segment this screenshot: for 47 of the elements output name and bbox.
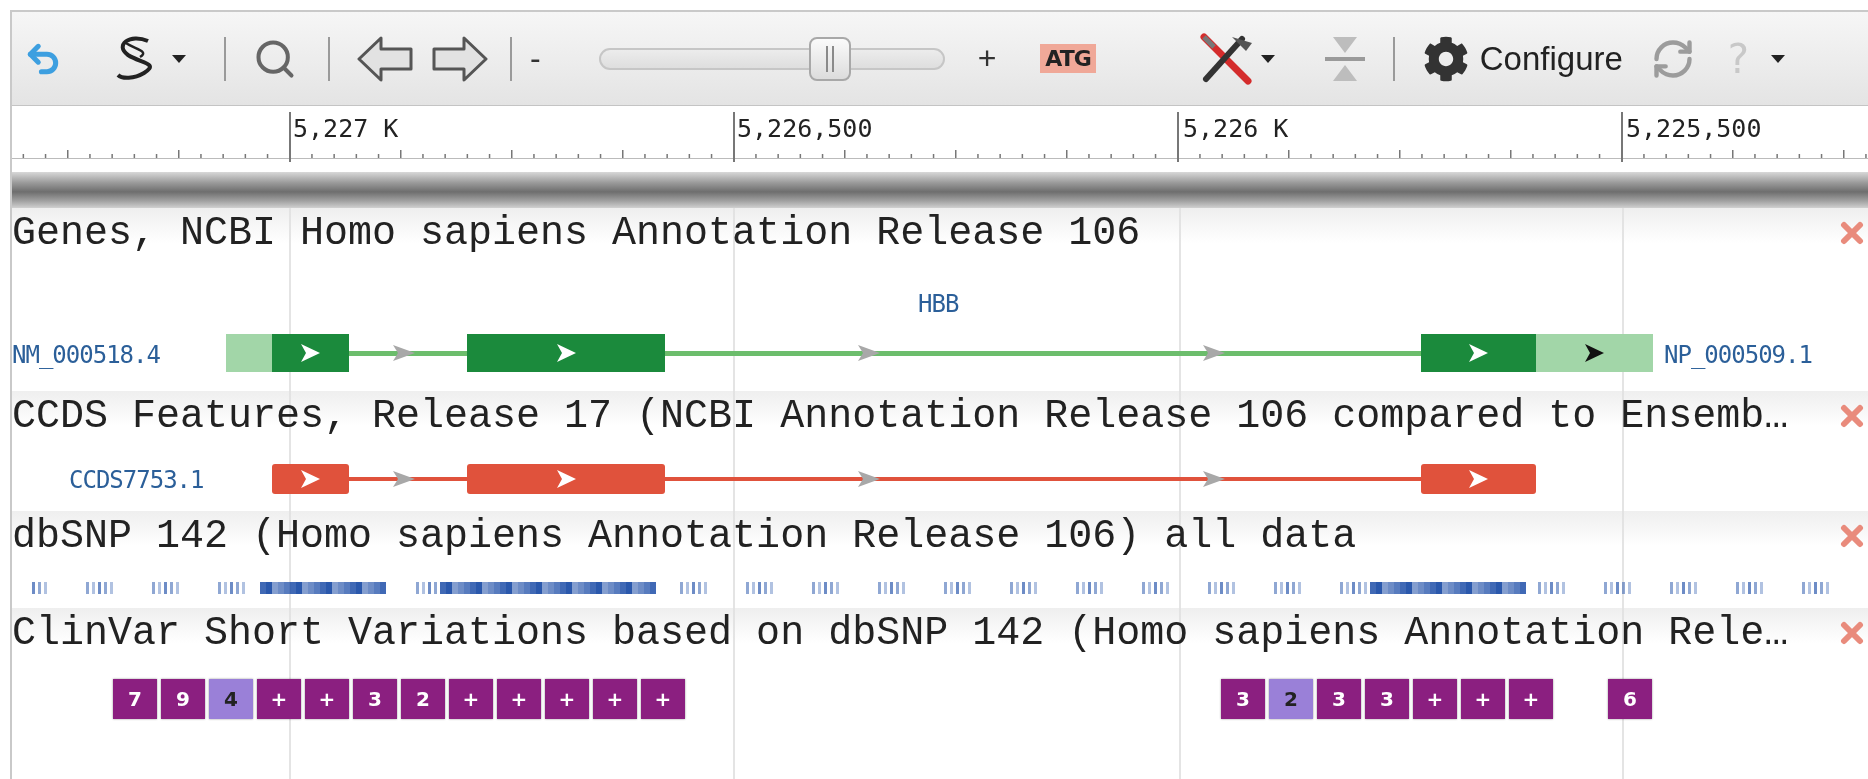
track-title: ClinVar Short Variations based on dbSNP 142 (Homo sapiens Annotation Rele… — [12, 610, 1789, 656]
ruler-label: 5,226 K — [1183, 114, 1289, 143]
variant-marker[interactable]: 3 — [1365, 679, 1409, 719]
close-icon[interactable] — [1840, 404, 1864, 428]
variant-marker[interactable]: 7 — [113, 679, 157, 719]
close-icon[interactable] — [1840, 221, 1864, 245]
transcript-drawing[interactable] — [226, 334, 1653, 372]
configure-button[interactable]: Configure — [1479, 39, 1623, 78]
transcript-label[interactable]: NM_000518.4 — [12, 341, 160, 369]
gene-label[interactable]: HBB — [918, 290, 959, 318]
zoom-out-button[interactable]: - — [530, 40, 541, 77]
variant-marker[interactable]: 3 — [353, 679, 397, 719]
variant-marker[interactable]: + — [1461, 679, 1505, 719]
variant-marker[interactable]: + — [1413, 679, 1457, 719]
caret-icon[interactable] — [1771, 53, 1786, 64]
close-icon[interactable] — [1840, 524, 1864, 548]
variant-marker[interactable]: + — [257, 679, 301, 719]
ruler-label: 5,225,500 — [1626, 114, 1762, 143]
variant-marker[interactable]: 9 — [161, 679, 205, 719]
variant-marker[interactable]: 2 — [1269, 679, 1313, 719]
zoom-in-button[interactable]: + — [977, 40, 997, 77]
caret-icon[interactable] — [172, 53, 186, 64]
ccds-label[interactable]: CCDS7753.1 — [69, 466, 204, 494]
variant-marker[interactable]: + — [641, 679, 685, 719]
variant-marker[interactable]: + — [305, 679, 349, 719]
variant-marker[interactable]: 3 — [1221, 679, 1265, 719]
variant-marker[interactable]: 3 — [1317, 679, 1361, 719]
variant-marker[interactable]: + — [593, 679, 637, 719]
snp-density-drawing[interactable] — [32, 582, 1829, 594]
variant-marker[interactable]: + — [449, 679, 493, 719]
variant-marker[interactable]: 4 — [209, 679, 253, 719]
track-title: dbSNP 142 (Homo sapiens Annotation Release 106) all data — [12, 513, 1357, 559]
variant-marker[interactable]: + — [497, 679, 541, 719]
variant-marker[interactable]: + — [1509, 679, 1553, 719]
variant-marker[interactable]: + — [545, 679, 589, 719]
track-title: Genes, NCBI Homo sapiens Annotation Release 106 — [12, 210, 1141, 256]
sequence-button[interactable]: ATG — [1040, 44, 1096, 73]
variant-marker[interactable]: 2 — [401, 679, 445, 719]
overview-bar[interactable] — [12, 172, 1868, 208]
ccds-feature-drawing[interactable] — [272, 464, 1536, 494]
close-icon[interactable] — [1840, 621, 1864, 645]
protein-label[interactable]: NP_000509.1 — [1664, 341, 1812, 369]
caret-icon[interactable] — [1260, 53, 1275, 64]
variant-marker[interactable]: 6 — [1608, 679, 1652, 719]
track-title: CCDS Features, Release 17 (NCBI Annotation Release 106 compared to Ensemb… — [12, 393, 1789, 439]
ruler-label: 5,226,500 — [737, 114, 873, 143]
ruler-label: 5,227 K — [293, 114, 399, 143]
